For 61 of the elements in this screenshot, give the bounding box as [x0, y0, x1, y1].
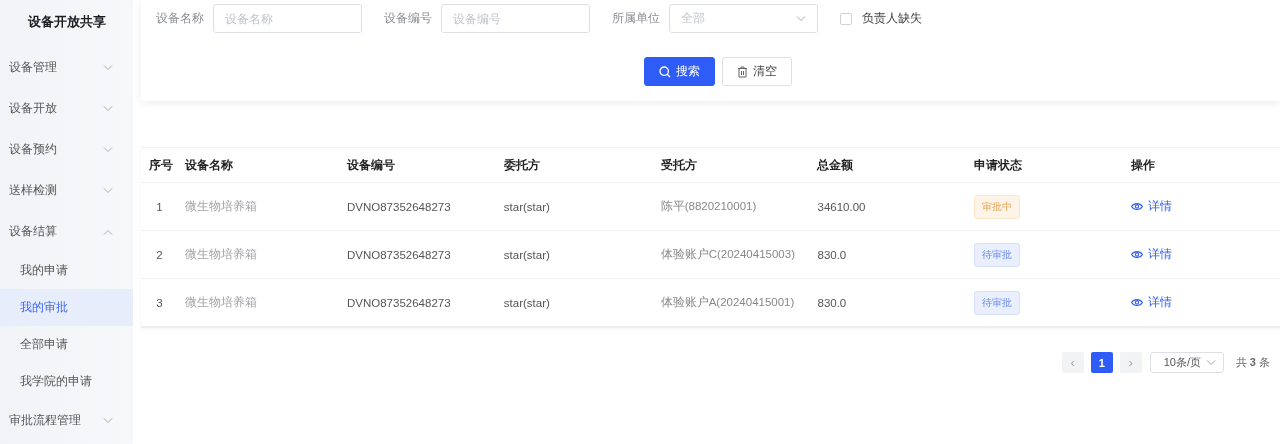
status-tag: 待审批 [974, 242, 1021, 267]
column-header: 委托方 [502, 157, 541, 173]
table-cell-text: 陈平(8820210001) [659, 199, 758, 214]
column-header: 操作 [1130, 157, 1157, 173]
status-tag: 待审批 [974, 290, 1021, 315]
eye-icon [1131, 250, 1144, 259]
column-header: 申请状态 [973, 157, 1024, 173]
page-button[interactable]: 1 [1090, 352, 1113, 373]
table-cell-text: 2 [155, 248, 164, 261]
search-icon [659, 65, 671, 78]
details-link[interactable]: 详情 [1131, 246, 1173, 263]
submenu-item[interactable]: 我学院的申请 [0, 363, 133, 400]
input-field[interactable]: 设备名称 [213, 4, 362, 33]
table-cell-text: 3 [155, 296, 164, 309]
submenu-item[interactable]: 我的申请 [0, 252, 133, 289]
column-header: 受托方 [659, 157, 698, 173]
details-link[interactable]: 详情 [1131, 294, 1173, 311]
eye-icon [1131, 298, 1144, 307]
total-count: 共 3 条 [1235, 355, 1270, 370]
chevron-down-icon [1205, 359, 1216, 366]
table-cell-text: 830.0 [816, 248, 848, 261]
table-cell-text: DVNO87352648273 [346, 296, 452, 309]
submenu-item[interactable]: 全部申请 [0, 326, 133, 363]
field-label: 设备名称 [156, 10, 204, 27]
clear-button[interactable]: 清空 [722, 57, 792, 86]
table-cell-text: DVNO87352648273 [346, 248, 452, 261]
status-tag: 审批中 [974, 194, 1021, 219]
search-button[interactable]: 搜索 [644, 57, 715, 86]
menu-item[interactable]: 设备结算 [0, 211, 133, 252]
checkbox[interactable] [840, 12, 852, 25]
column-header: 序号 [148, 157, 174, 173]
submenu-item[interactable]: 我的审批 [0, 289, 133, 326]
menu-item[interactable]: 审批流程管理 [0, 400, 133, 441]
field-label: 所属单位 [612, 10, 660, 27]
column-header: 设备名称 [184, 157, 234, 173]
table-cell-text: 体验账户A(20240415001) [659, 295, 796, 310]
checkbox-label: 负责人缺失 [862, 10, 922, 27]
details-link[interactable]: 详情 [1131, 198, 1173, 215]
table-cell-text: star(star) [502, 248, 551, 261]
menu-item[interactable]: 设备预约 [0, 129, 133, 170]
table-cell-text: 微生物培养箱 [184, 295, 258, 310]
table-cell-text: 微生物培养箱 [184, 199, 258, 214]
menu-item[interactable]: 设备管理 [0, 47, 133, 88]
table-cell-text: 1 [155, 200, 164, 213]
chevron-down-icon [796, 15, 806, 22]
eye-icon [1131, 202, 1144, 211]
menu-item[interactable]: 送样检测 [0, 170, 133, 211]
table-cell-text: 微生物培养箱 [184, 247, 258, 262]
page-size-select[interactable]: 10条/页 [1149, 352, 1224, 373]
menu-item[interactable]: 设备开放 [0, 88, 133, 129]
table-cell-text: 830.0 [816, 296, 848, 309]
trash-icon [737, 65, 748, 78]
table-cell-text: 34610.00 [816, 200, 867, 213]
table-cell-text: DVNO87352648273 [346, 200, 452, 213]
table-cell-text: star(star) [502, 200, 551, 213]
column-header: 总金额 [815, 157, 855, 173]
column-header: 设备编号 [346, 157, 396, 173]
app-title: 设备开放共享 [26, 13, 107, 31]
table-cell-text: 体验账户C(20240415003) [659, 247, 796, 262]
field-label: 设备编号 [384, 10, 432, 27]
table-cell-text: star(star) [502, 296, 551, 309]
